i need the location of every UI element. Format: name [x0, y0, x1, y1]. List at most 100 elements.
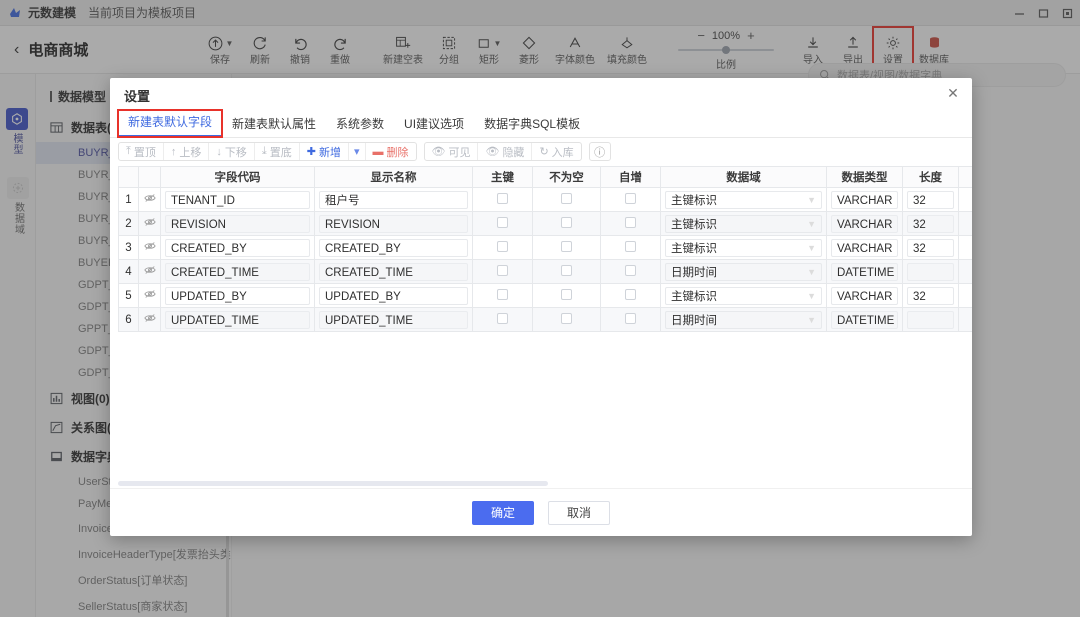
- action-move-down[interactable]: ↓ 下移: [209, 143, 255, 160]
- cell-primary-key[interactable]: [472, 187, 533, 212]
- cell-field-code[interactable]: CREATED_TIME: [160, 259, 315, 284]
- cell-field-code[interactable]: REVISION: [160, 211, 315, 236]
- data-type-value[interactable]: VARCHAR: [831, 238, 898, 257]
- close-icon[interactable]: ✕: [944, 84, 962, 102]
- data-domain-select[interactable]: 主键标识 ▼: [665, 238, 822, 257]
- table-row[interactable]: 1 TENANT_ID 租户号 主键标识 ▼ VARCHAR 32: [118, 187, 972, 212]
- action-visible[interactable]: 👁 可见: [425, 143, 479, 160]
- th-data-type[interactable]: 数据类型: [826, 166, 903, 188]
- length-value[interactable]: 32: [907, 286, 954, 305]
- cell-auto-increment[interactable]: [600, 283, 661, 308]
- data-domain-select[interactable]: 日期时间 ▼: [665, 262, 822, 281]
- cell-length[interactable]: 32: [902, 187, 959, 212]
- cell-length[interactable]: [902, 259, 959, 284]
- cell-not-null[interactable]: [532, 259, 601, 284]
- cell-auto-increment[interactable]: [600, 259, 661, 284]
- th-primary-key[interactable]: 主键: [472, 166, 533, 188]
- length-value[interactable]: 32: [907, 190, 954, 209]
- cell-length[interactable]: 32: [902, 283, 959, 308]
- display-name-value[interactable]: 租户号: [319, 190, 468, 209]
- action-add-dropdown[interactable]: ▾: [349, 143, 366, 160]
- cell-field-code[interactable]: CREATED_BY: [160, 235, 315, 260]
- table-row[interactable]: 3 CREATED_BY CREATED_BY 主键标识 ▼ VARCHAR 32: [118, 235, 972, 260]
- auto-increment-checkbox[interactable]: [625, 312, 636, 324]
- cell-auto-increment[interactable]: [600, 187, 661, 212]
- row-visibility-icon[interactable]: [138, 211, 161, 236]
- display-name-value[interactable]: REVISION: [319, 214, 468, 233]
- action-delete[interactable]: ▬ 删除: [366, 143, 416, 160]
- cell-display-name[interactable]: UPDATED_BY: [314, 283, 473, 308]
- auto-increment-checkbox[interactable]: [625, 288, 636, 300]
- primary-key-checkbox[interactable]: [497, 192, 508, 204]
- data-domain-select[interactable]: 主键标识 ▼: [665, 190, 822, 209]
- auto-increment-checkbox[interactable]: [625, 216, 636, 228]
- cell-auto-increment[interactable]: [600, 307, 661, 332]
- display-name-value[interactable]: CREATED_BY: [319, 238, 468, 257]
- length-value[interactable]: 32: [907, 214, 954, 233]
- cell-display-name[interactable]: 租户号: [314, 187, 473, 212]
- cell-primary-key[interactable]: [472, 307, 533, 332]
- action-add[interactable]: ✚ 新增: [300, 143, 349, 160]
- fields-table-wrapper[interactable]: 字段代码 显示名称 主键 不为空 自增 数据域 数据类型 长度 1 TENANT…: [110, 162, 972, 488]
- not-null-checkbox[interactable]: [561, 216, 572, 228]
- display-name-value[interactable]: UPDATED_TIME: [319, 310, 468, 329]
- field-code-value[interactable]: CREATED_TIME: [165, 262, 310, 281]
- data-type-value[interactable]: VARCHAR: [831, 190, 898, 209]
- auto-increment-checkbox[interactable]: [625, 240, 636, 252]
- data-domain-select[interactable]: 日期时间 ▼: [665, 310, 822, 329]
- tab-default-fields[interactable]: 新建表默认字段: [116, 109, 224, 138]
- data-domain-select[interactable]: 主键标识 ▼: [665, 214, 822, 233]
- cell-data-type[interactable]: DATETIME: [826, 307, 903, 332]
- cell-data-domain[interactable]: 日期时间 ▼: [660, 259, 827, 284]
- cell-field-code[interactable]: TENANT_ID: [160, 187, 315, 212]
- row-visibility-icon[interactable]: [138, 283, 161, 308]
- cell-not-null[interactable]: [532, 235, 601, 260]
- cell-primary-key[interactable]: [472, 283, 533, 308]
- cell-field-code[interactable]: UPDATED_BY: [160, 283, 315, 308]
- cell-not-null[interactable]: [532, 211, 601, 236]
- cancel-button[interactable]: 取消: [548, 500, 610, 525]
- cell-data-domain[interactable]: 主键标识 ▼: [660, 211, 827, 236]
- confirm-button[interactable]: 确定: [472, 500, 534, 525]
- cell-auto-increment[interactable]: [600, 211, 661, 236]
- cell-primary-key[interactable]: [472, 211, 533, 236]
- primary-key-checkbox[interactable]: [497, 288, 508, 300]
- cell-not-null[interactable]: [532, 187, 601, 212]
- data-type-value[interactable]: VARCHAR: [831, 286, 898, 305]
- cell-not-null[interactable]: [532, 283, 601, 308]
- field-code-value[interactable]: TENANT_ID: [165, 190, 310, 209]
- primary-key-checkbox[interactable]: [497, 312, 508, 324]
- cell-display-name[interactable]: CREATED_BY: [314, 235, 473, 260]
- not-null-checkbox[interactable]: [561, 264, 572, 276]
- action-save-to-db[interactable]: ↻ 入库: [532, 143, 580, 160]
- row-visibility-icon[interactable]: [138, 259, 161, 284]
- cell-length[interactable]: 32: [902, 235, 959, 260]
- th-not-null[interactable]: 不为空: [532, 166, 601, 188]
- cell-not-null[interactable]: [532, 307, 601, 332]
- field-code-value[interactable]: CREATED_BY: [165, 238, 310, 257]
- action-to-bottom[interactable]: ⤓ 置底: [255, 143, 300, 160]
- data-domain-select[interactable]: 主键标识 ▼: [665, 286, 822, 305]
- table-row[interactable]: 2 REVISION REVISION 主键标识 ▼ VARCHAR 32: [118, 211, 972, 236]
- data-type-value[interactable]: DATETIME: [831, 310, 898, 329]
- data-type-value[interactable]: DATETIME: [831, 262, 898, 281]
- cell-display-name[interactable]: REVISION: [314, 211, 473, 236]
- tab-default-properties[interactable]: 新建表默认属性: [222, 112, 326, 137]
- auto-increment-checkbox[interactable]: [625, 264, 636, 276]
- display-name-value[interactable]: CREATED_TIME: [319, 262, 468, 281]
- not-null-checkbox[interactable]: [561, 192, 572, 204]
- table-row[interactable]: 5 UPDATED_BY UPDATED_BY 主键标识 ▼ VARCHAR 32: [118, 283, 972, 308]
- cell-primary-key[interactable]: [472, 235, 533, 260]
- row-visibility-icon[interactable]: [138, 307, 161, 332]
- field-code-value[interactable]: REVISION: [165, 214, 310, 233]
- primary-key-checkbox[interactable]: [497, 216, 508, 228]
- cell-data-domain[interactable]: 日期时间 ▼: [660, 307, 827, 332]
- not-null-checkbox[interactable]: [561, 240, 572, 252]
- not-null-checkbox[interactable]: [561, 288, 572, 300]
- th-data-domain[interactable]: 数据域: [660, 166, 827, 188]
- length-value[interactable]: 32: [907, 238, 954, 257]
- auto-increment-checkbox[interactable]: [625, 192, 636, 204]
- cell-data-type[interactable]: DATETIME: [826, 259, 903, 284]
- row-visibility-icon[interactable]: [138, 235, 161, 260]
- cell-data-type[interactable]: VARCHAR: [826, 235, 903, 260]
